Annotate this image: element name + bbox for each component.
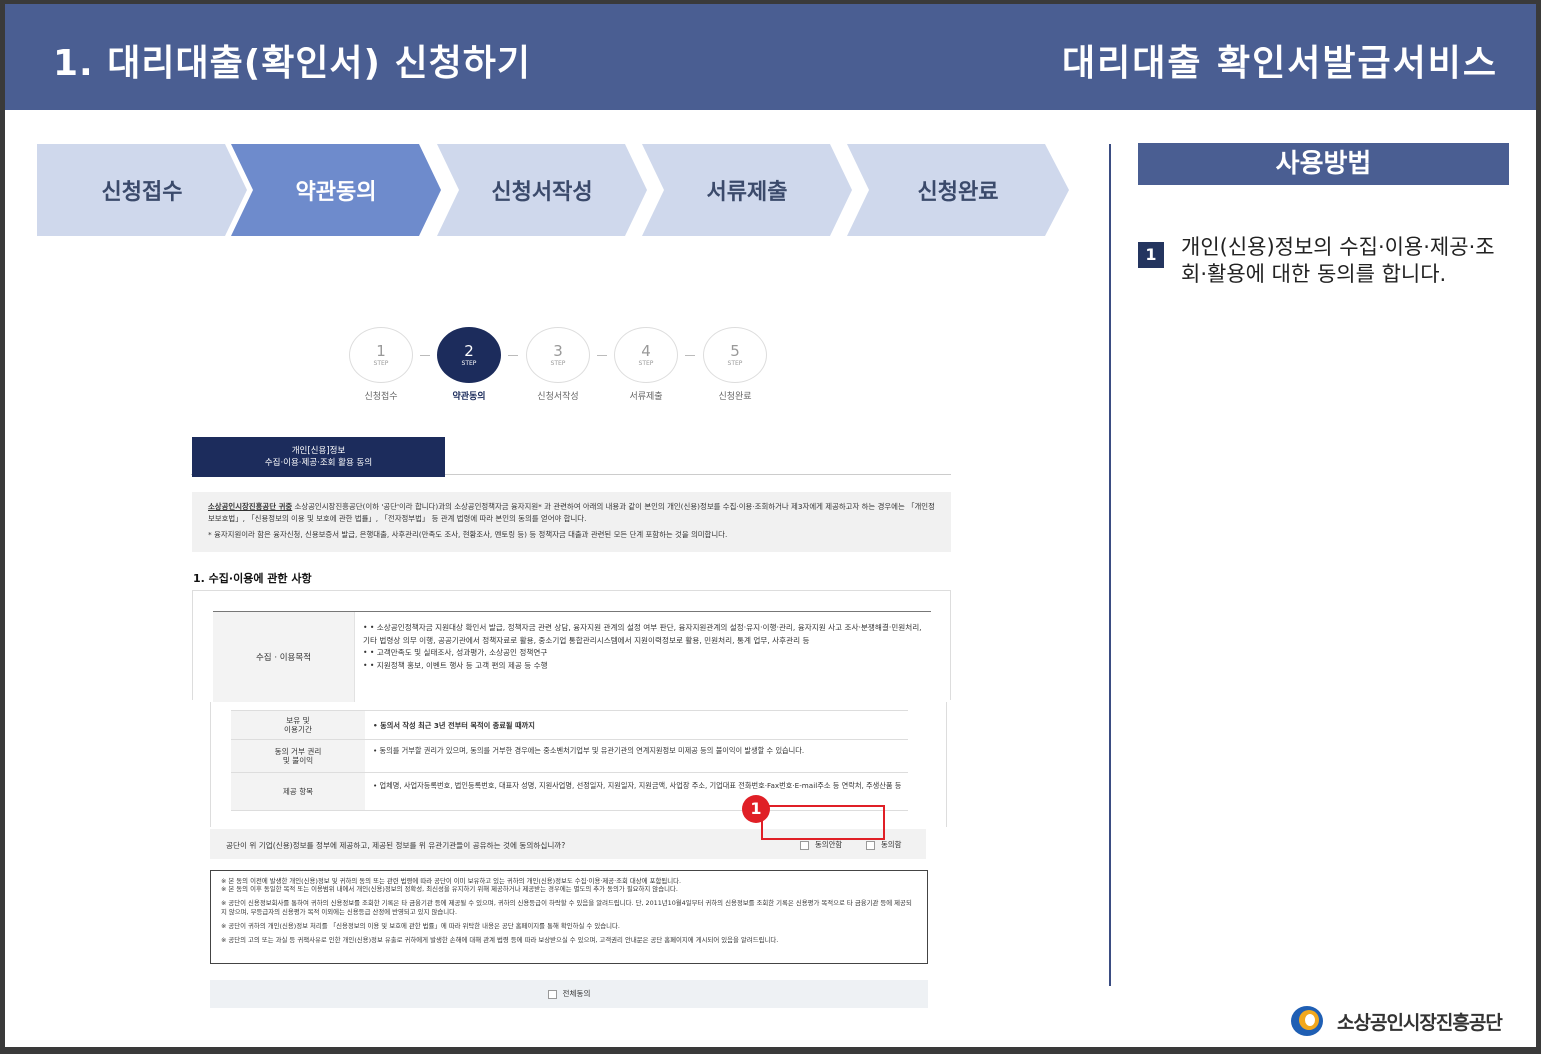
purpose-label: 수집 · 이용목적	[213, 612, 355, 702]
process-flow: 신청접수 약관동의 신청서작성 서류제출 신청완료	[37, 144, 1069, 236]
note-paragraph: ※ 본 동의 이전에 발생한 개인(신용)정보 및 귀하의 동의 또는 관련 법…	[221, 877, 682, 894]
row-value: • 업체명, 사업자등록번호, 법인등록번호, 대표자 성명, 지원사업명, 선…	[373, 781, 902, 790]
guide-item-number: 1	[1138, 242, 1164, 268]
notice-text: 소상공인시장진흥공단(이하 '공단'이라 합니다)과의 소상공인정책자금 융자지…	[208, 502, 935, 523]
note-paragraph: ※ 공단의 고의 또는 과실 등 귀책사유로 인한 개인(신용)정보 유출로 귀…	[221, 936, 779, 945]
guide-item-text: 개인(신용)정보의 수집·이용·제공·조회·활용에 대한 동의를 합니다.	[1181, 235, 1495, 286]
header-bar: 1. 대리대출(확인서) 신청하기 대리대출 확인서발급서비스	[5, 4, 1536, 110]
tab-label-line1: 개인[신용]정보	[291, 446, 346, 456]
agree-option[interactable]: 동의함	[866, 839, 901, 850]
logo-emblem-icon	[1291, 1006, 1323, 1036]
highlight-box	[761, 805, 885, 840]
flow-step-complete: 신청완료	[847, 144, 1069, 236]
step-5: 5 STEP 신청완료	[702, 327, 768, 402]
step-label: 신청완료	[718, 392, 752, 402]
agree-all-option[interactable]: 전체동의	[210, 980, 928, 1008]
step-connector	[685, 355, 695, 356]
agree-all-checkbox[interactable]	[547, 989, 557, 999]
note-paragraph: ※ 공단이 신용정보회사를 통하여 귀하의 신용정보를 조회한 기록은 타 금융…	[221, 899, 912, 916]
consent-question: 공단이 위 기업(신용)정보를 정부에 제공하고, 제공된 정보를 위 유관기관…	[226, 841, 566, 850]
guide-title: 사용방법	[1138, 143, 1509, 185]
step-indicator: 1 STEP 신청접수 2 STEP 약관동의 3 STEP 신청서작성 4 STEP …	[348, 327, 778, 407]
table-row: 보유 및 이용기간 • 동의서 작성 최근 3년 전부터 목적이 종료될 때까지	[231, 710, 908, 740]
flow-step-apply: 신청접수	[37, 144, 247, 236]
step-label: 약관동의	[452, 392, 486, 402]
step-connector	[597, 355, 607, 356]
purpose-line: • • 소상공인정책자금 지원대상 확인서 발급, 정책자금 관련 상담, 융자…	[363, 623, 922, 645]
step-connector	[508, 355, 518, 356]
organization-logo: 소상공인시장진흥공단	[1289, 1001, 1519, 1041]
agree-label: 동의함	[881, 840, 902, 849]
flow-step-terms: 약관동의	[231, 144, 441, 236]
flow-step-form: 신청서작성	[437, 144, 647, 236]
agree-checkbox[interactable]	[866, 840, 875, 850]
row-value: • 동의서 작성 최근 3년 전부터 목적이 종료될 때까지	[373, 721, 535, 730]
notes-box: ※ 본 동의 이전에 발생한 개인(신용)정보 및 귀하의 동의 또는 관련 법…	[210, 870, 928, 964]
notice-footnote: * 융자지원이라 함은 융자신청, 신용보증서 발급, 은행대출, 사후관리(만…	[208, 530, 728, 539]
step-label: 신청접수	[364, 392, 398, 402]
row-label: 보유 및 이용기간	[231, 711, 365, 739]
purpose-line: • • 지원정책 홍보, 이벤트 행사 등 고객 편의 제공 등 수행	[363, 660, 548, 670]
notice-recipient: 소상공인시장진흥공단 귀중	[208, 502, 293, 511]
disagree-label: 동의안함	[815, 840, 843, 849]
flow-step-documents: 서류제출	[642, 144, 852, 236]
service-title: 대리대출 확인서발급서비스	[1062, 43, 1498, 84]
row-label: 제공 항목	[231, 773, 365, 810]
tab-consent[interactable]: 개인[신용]정보 수집·이용·제공·조회 활용 동의	[192, 437, 445, 477]
purpose-line: • • 고객만족도 및 실태조사, 성과평가, 소상공인 정책연구	[363, 648, 548, 658]
purpose-content: • • 소상공인정책자금 지원대상 확인서 발급, 정책자금 관련 상담, 융자…	[363, 622, 928, 672]
table-row: 동의 거부 권리 및 불이익 • 동의를 거부할 권리가 있으며, 동의를 거부…	[231, 740, 908, 773]
consent-page-screenshot: 1 STEP 신청접수 2 STEP 약관동의 3 STEP 신청서작성 4 STEP …	[185, 324, 955, 1014]
slide: 1. 대리대출(확인서) 신청하기 대리대출 확인서발급서비스 신청접수 약관동…	[5, 4, 1536, 1047]
step-1: 1 STEP 신청접수	[348, 327, 414, 402]
tab-label-line2: 수집·이용·제공·조회 활용 동의	[264, 458, 373, 468]
section-title: 1. 수집·이용에 관한 사항	[193, 572, 312, 585]
step-connector	[420, 355, 430, 356]
row-value: • 동의를 거부할 권리가 있으며, 동의를 거부한 경우에는 중소벤처기업부 …	[373, 746, 805, 755]
organization-name: 소상공인시장진흥공단	[1337, 1012, 1503, 1034]
step-2: 2 STEP 약관동의	[436, 327, 502, 402]
consent-notice: 소상공인시장진흥공단 귀중 소상공인시장진흥공단(이하 '공단'이라 합니다)과…	[192, 492, 951, 552]
agree-all-label: 전체동의	[562, 989, 591, 998]
step-3: 3 STEP 신청서작성	[525, 327, 591, 402]
note-paragraph: ※ 공단이 귀하의 개인(신용)정보 처리를 「신용정보의 이용 및 보호에 관…	[221, 921, 620, 930]
purpose-table: 수집 · 이용목적 • • 소상공인정책자금 지원대상 확인서 발급, 정책자금…	[192, 590, 951, 702]
row-label: 동의 거부 권리 및 불이익	[231, 740, 365, 772]
disagree-option[interactable]: 동의안함	[800, 839, 842, 850]
divider-line	[1109, 144, 1111, 986]
step-label: 서류제출	[629, 392, 663, 402]
disagree-checkbox[interactable]	[800, 840, 809, 850]
page-title: 1. 대리대출(확인서) 신청하기	[53, 43, 532, 84]
step-4: 4 STEP 서류제출	[613, 327, 679, 402]
callout-marker: 1	[742, 795, 770, 823]
step-label: 신청서작성	[537, 392, 579, 402]
